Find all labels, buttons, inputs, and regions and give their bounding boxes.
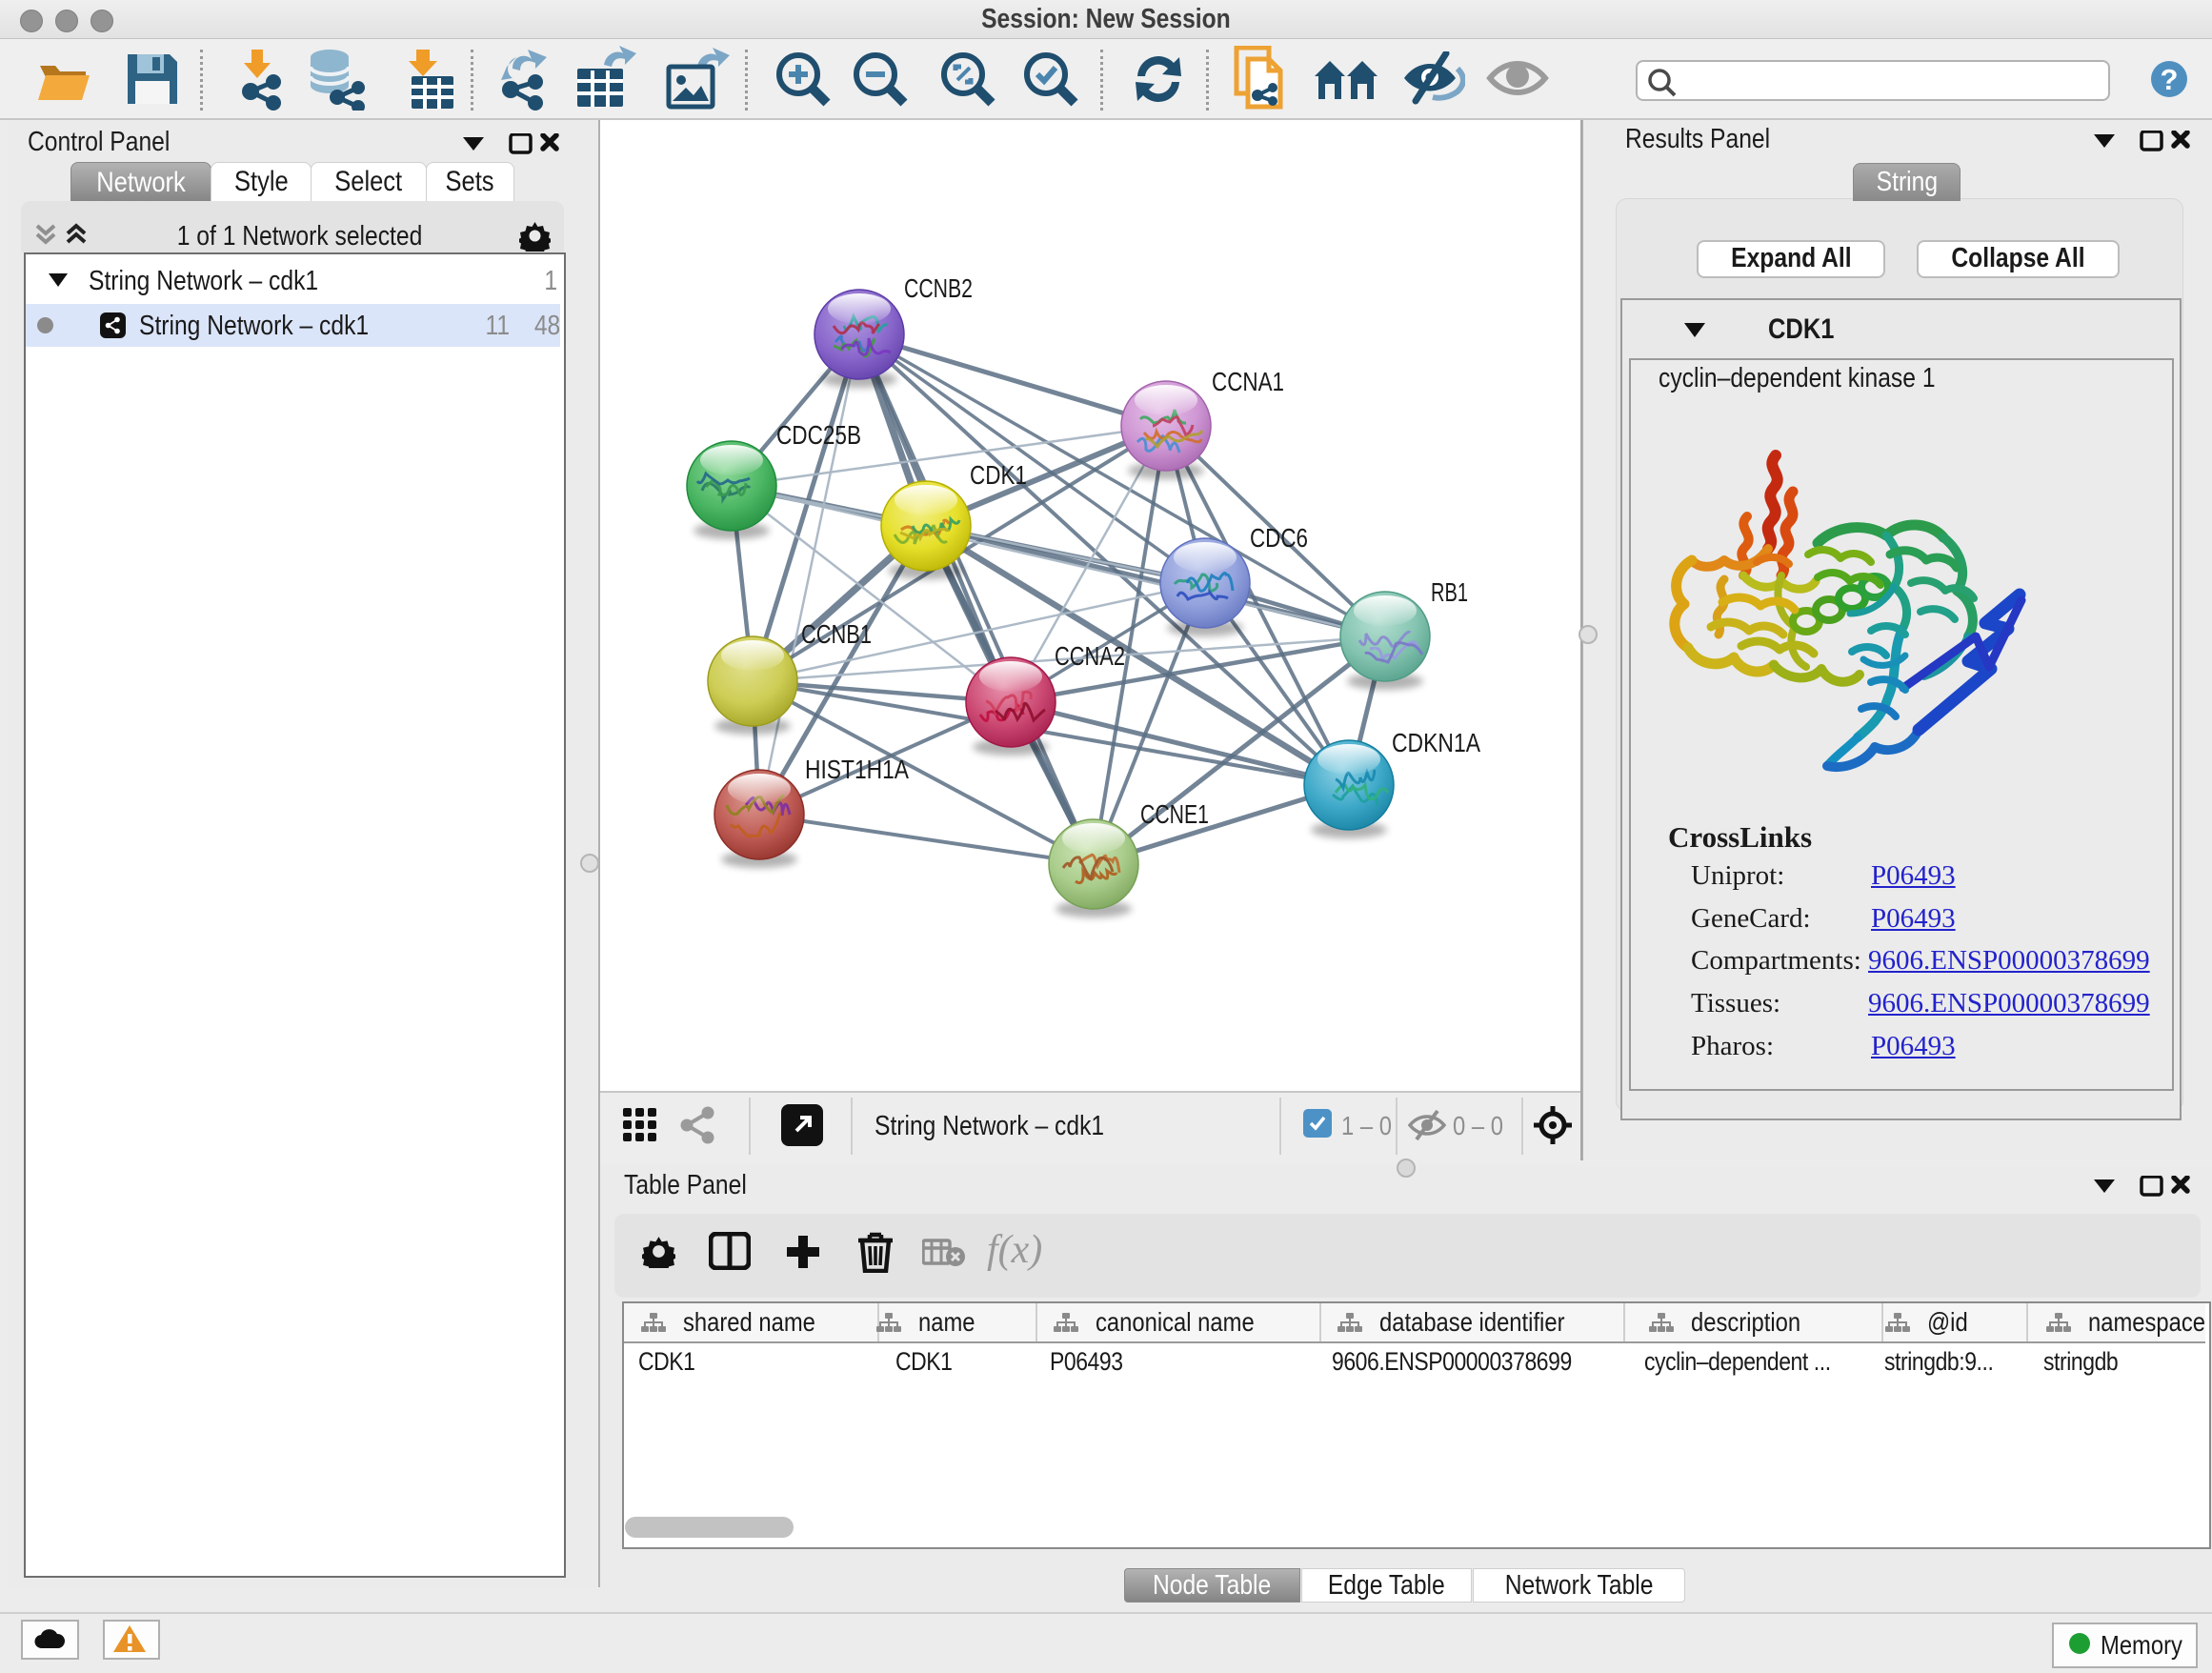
- svg-text:CCNA1: CCNA1: [1212, 367, 1284, 396]
- svg-text:CDC6: CDC6: [1250, 523, 1308, 553]
- svg-text:RB1: RB1: [1431, 577, 1468, 607]
- svg-text:CCNB2: CCNB2: [904, 273, 973, 303]
- svg-text:CCNA2: CCNA2: [1055, 641, 1125, 671]
- svg-text:CCNB1: CCNB1: [801, 619, 872, 649]
- svg-text:CDC25B: CDC25B: [776, 420, 861, 450]
- svg-text:CCNE1: CCNE1: [1140, 799, 1209, 829]
- svg-text:CDK1: CDK1: [970, 460, 1027, 490]
- svg-text:CDKN1A: CDKN1A: [1392, 728, 1480, 757]
- svg-text:HIST1H1A: HIST1H1A: [805, 755, 909, 784]
